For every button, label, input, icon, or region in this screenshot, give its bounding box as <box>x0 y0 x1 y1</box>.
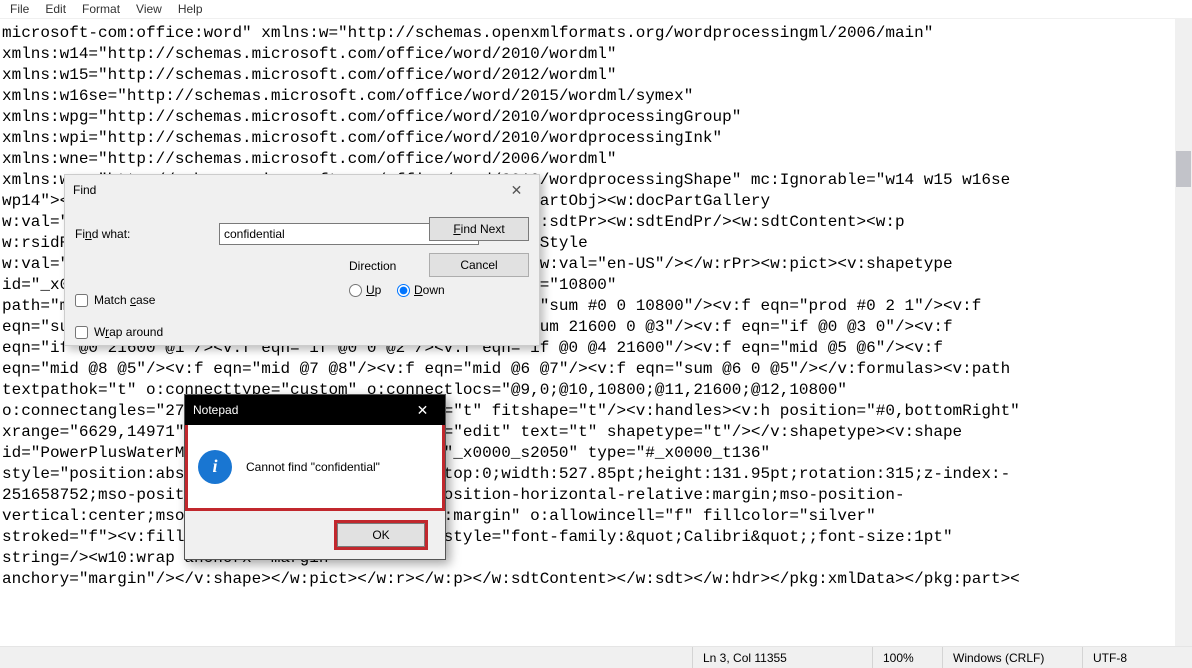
menu-bar: File Edit Format View Help <box>0 0 1192 19</box>
find-dialog: Find ✕ Find what: Find Next Cancel Direc… <box>64 174 540 346</box>
msgbox-titlebar[interactable]: Notepad ✕ <box>185 395 445 425</box>
message-box: Notepad ✕ i Cannot find "confidential" O… <box>184 394 446 560</box>
menu-file[interactable]: File <box>2 2 37 16</box>
close-icon[interactable]: ✕ <box>494 175 539 205</box>
match-case-checkbox[interactable]: Match case <box>75 293 155 307</box>
direction-up-radio[interactable]: Up <box>349 283 381 297</box>
find-next-button[interactable]: Find Next <box>429 217 529 241</box>
find-titlebar[interactable]: Find ✕ <box>65 175 539 205</box>
find-title: Find <box>73 183 96 197</box>
close-icon[interactable]: ✕ <box>400 395 445 425</box>
direction-down-radio[interactable]: Down <box>397 283 445 297</box>
info-icon: i <box>198 450 232 484</box>
scrollbar-thumb[interactable] <box>1176 151 1191 187</box>
ok-button[interactable]: OK <box>337 523 425 547</box>
find-what-label: Find what: <box>75 227 130 241</box>
menu-format[interactable]: Format <box>74 2 128 16</box>
status-eol: Windows (CRLF) <box>942 647 1082 668</box>
status-encoding: UTF-8 <box>1082 647 1192 668</box>
menu-view[interactable]: View <box>128 2 170 16</box>
msgbox-text: Cannot find "confidential" <box>246 460 380 474</box>
status-zoom: 100% <box>872 647 942 668</box>
msgbox-title: Notepad <box>193 403 238 417</box>
menu-edit[interactable]: Edit <box>37 2 74 16</box>
status-bar: Ln 3, Col 11355 100% Windows (CRLF) UTF-… <box>0 646 1192 668</box>
cancel-button[interactable]: Cancel <box>429 253 529 277</box>
status-cursor-pos: Ln 3, Col 11355 <box>692 647 872 668</box>
menu-help[interactable]: Help <box>170 2 211 16</box>
wrap-around-checkbox[interactable]: Wrap around <box>75 325 163 339</box>
vertical-scrollbar[interactable] <box>1175 19 1192 646</box>
direction-label: Direction <box>349 259 396 273</box>
